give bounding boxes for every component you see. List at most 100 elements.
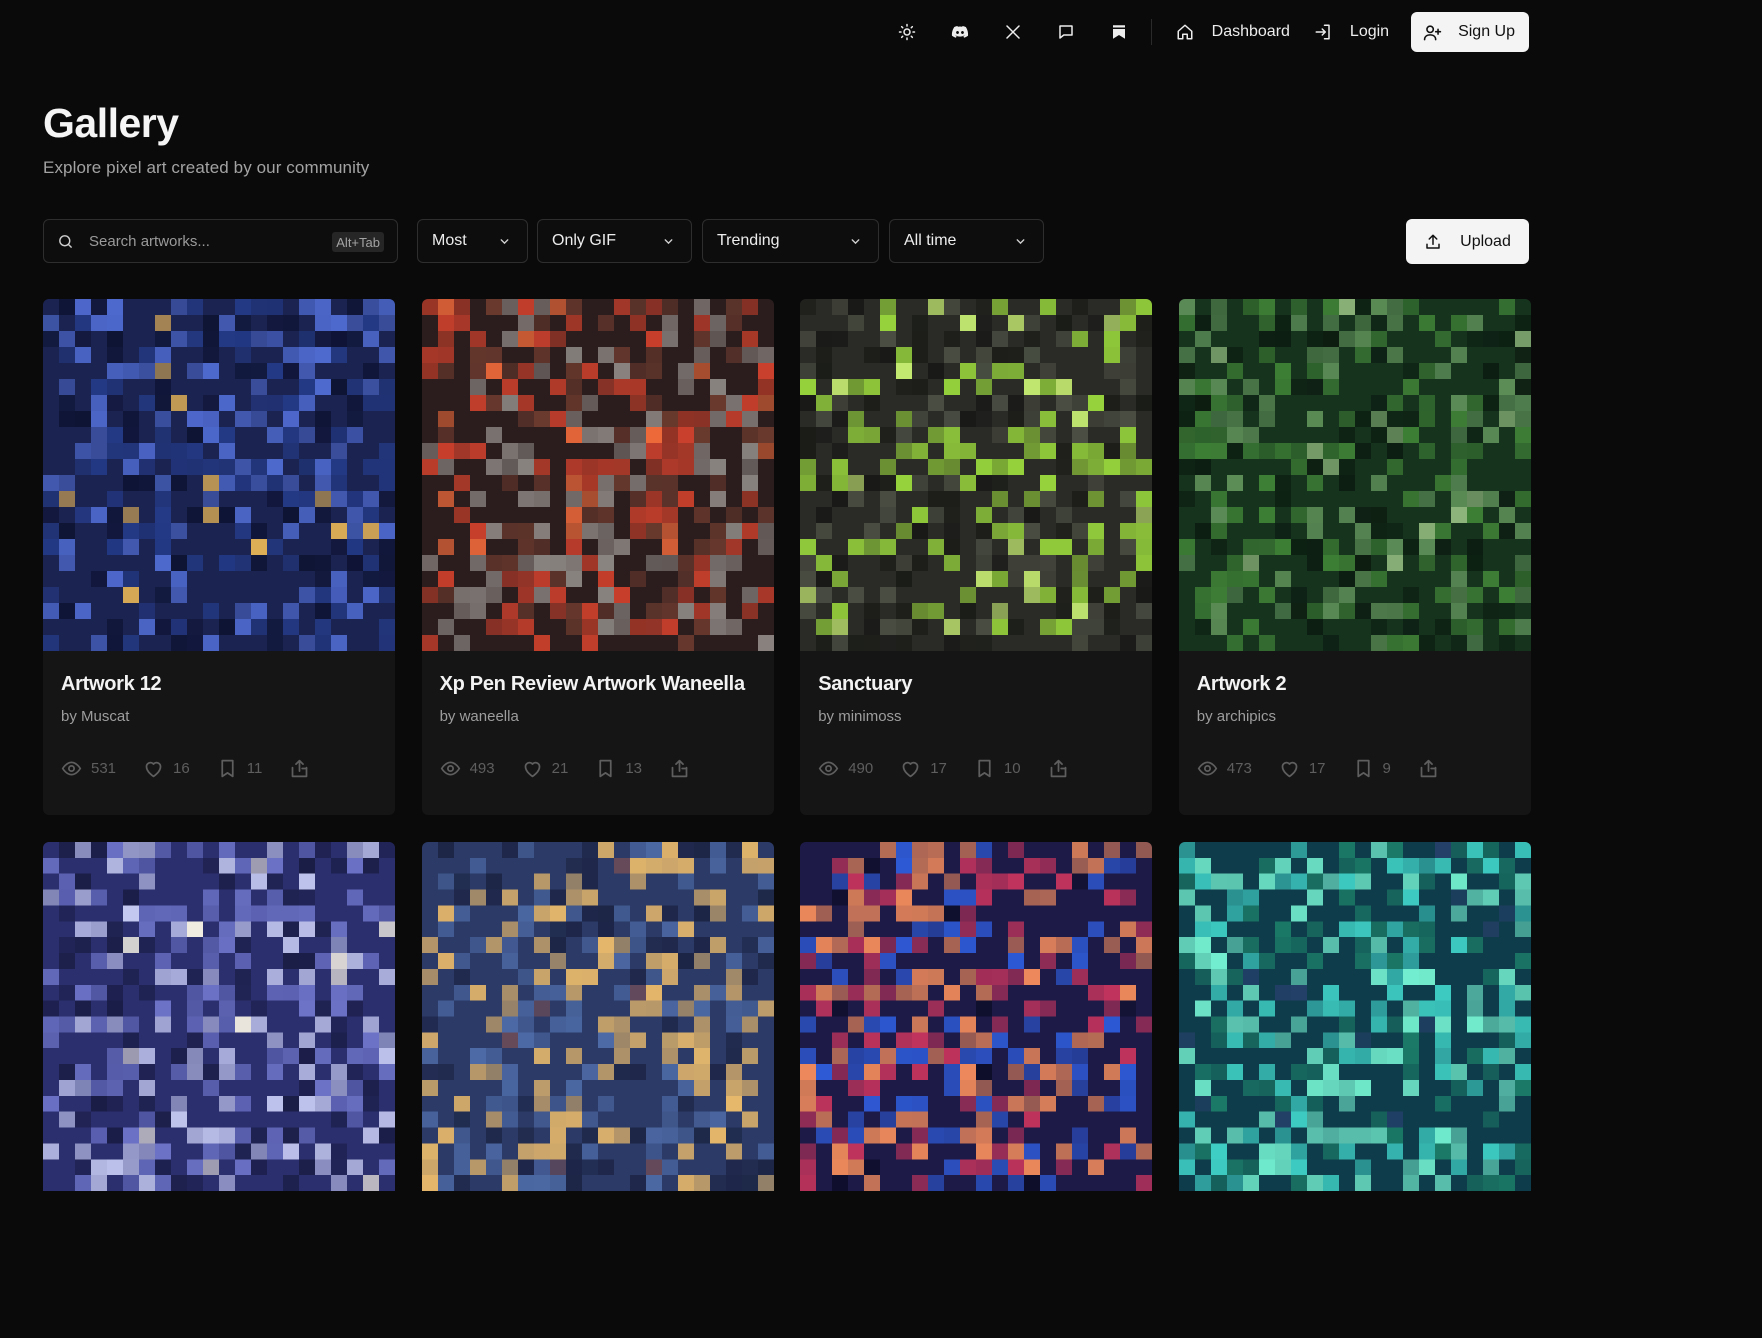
x-social-button[interactable] <box>993 12 1033 52</box>
heart-icon <box>524 761 540 778</box>
bookmark-icon <box>978 759 991 778</box>
period-select-value: All time <box>904 232 957 249</box>
saved-button[interactable] <box>1099 12 1139 52</box>
bookmark-icon <box>599 759 612 778</box>
artwork-thumbnail[interactable] <box>421 299 774 651</box>
save-button[interactable]: 9 <box>1353 758 1391 779</box>
artwork-author[interactable]: by archipics <box>1197 708 1513 725</box>
page-subtitle: Explore pixel art created by our communi… <box>43 158 370 177</box>
save-button[interactable]: 11 <box>217 758 263 779</box>
saves-count: 13 <box>625 760 642 777</box>
share-button[interactable] <box>1048 758 1069 779</box>
dashboard-link[interactable]: Dashboard <box>1164 12 1302 52</box>
x-logo-icon <box>1005 25 1020 39</box>
discord-button[interactable] <box>940 12 980 52</box>
like-button[interactable]: 17 <box>1279 758 1326 779</box>
pixel-art-image <box>1178 842 1531 1191</box>
artwork-stats: 473 17 9 <box>1197 758 1513 779</box>
views-stat: 490 <box>818 758 873 779</box>
period-select[interactable]: All time <box>889 219 1044 263</box>
type-select-value: Only GIF <box>552 232 617 249</box>
pixel-art-image <box>43 842 395 1191</box>
artwork-title[interactable]: Sanctuary <box>818 673 1134 696</box>
search-shortcut-badge: Alt+Tab <box>332 232 384 252</box>
bookmark-stack-icon <box>1112 25 1125 39</box>
like-button[interactable]: 16 <box>143 758 190 779</box>
discord-icon <box>951 26 968 38</box>
sun-icon <box>898 23 915 41</box>
login-link[interactable]: Login <box>1302 12 1401 52</box>
theme-toggle-button[interactable] <box>887 12 927 52</box>
eye-icon <box>440 761 460 776</box>
artwork-card[interactable]: Xp Pen Review Artwork Waneella by waneel… <box>421 299 774 815</box>
save-button[interactable]: 13 <box>595 758 642 779</box>
bookmark-icon <box>1356 759 1370 778</box>
pixel-art-image <box>421 842 774 1191</box>
artwork-card[interactable] <box>421 842 774 1191</box>
like-button[interactable]: 21 <box>522 758 568 779</box>
artwork-card[interactable] <box>1178 842 1531 1191</box>
artwork-card[interactable]: Artwork 12 by Muscat 531 16 11 <box>43 299 395 815</box>
home-icon <box>1177 24 1193 40</box>
artwork-thumbnail[interactable] <box>421 842 774 1191</box>
share-button[interactable] <box>289 758 310 779</box>
heart-icon <box>145 761 162 778</box>
artwork-card[interactable]: Sanctuary by minimoss 490 17 10 <box>800 299 1153 815</box>
views-count: 473 <box>1226 760 1252 777</box>
saves-count: 11 <box>246 760 263 777</box>
artwork-author[interactable]: by minimoss <box>818 708 1134 725</box>
views-stat: 531 <box>61 758 116 779</box>
artwork-thumbnail[interactable] <box>1178 842 1531 1191</box>
chat-button[interactable] <box>1046 12 1086 52</box>
share-button[interactable] <box>1418 758 1439 779</box>
share-icon <box>671 759 688 778</box>
heart-icon <box>902 761 919 778</box>
artwork-card[interactable] <box>43 842 395 1191</box>
share-icon <box>1050 759 1066 778</box>
search-box: Alt+Tab <box>43 219 398 263</box>
artwork-title[interactable]: Artwork 2 <box>1197 673 1513 696</box>
filter-bar: Alt+Tab Most Only GIF Trending All time … <box>43 219 1529 264</box>
like-button[interactable]: 17 <box>900 758 947 779</box>
chevron-down-icon <box>1016 238 1025 244</box>
artwork-card[interactable] <box>800 842 1153 1191</box>
artwork-card[interactable]: Artwork 2 by archipics 473 17 9 <box>1178 299 1531 815</box>
artwork-author[interactable]: by waneella <box>440 708 756 725</box>
chevron-down-icon <box>500 238 509 244</box>
views-count: 493 <box>469 760 495 777</box>
order-select-value: Trending <box>717 232 780 249</box>
type-select[interactable]: Only GIF <box>537 219 692 263</box>
order-select[interactable]: Trending <box>702 219 879 263</box>
heart-icon <box>1281 761 1298 778</box>
chevron-down-icon <box>851 238 860 244</box>
artwork-thumbnail[interactable] <box>1178 299 1531 651</box>
views-count: 490 <box>848 760 874 777</box>
upload-button[interactable]: Upload <box>1406 219 1529 264</box>
page-title: Gallery <box>43 100 179 146</box>
save-button[interactable]: 10 <box>974 758 1021 779</box>
artwork-thumbnail[interactable] <box>800 299 1153 651</box>
sign-up-button[interactable]: Sign Up <box>1411 12 1529 52</box>
sort-select[interactable]: Most <box>417 219 528 263</box>
artwork-author[interactable]: by Muscat <box>61 708 377 725</box>
saves-count: 9 <box>1382 760 1391 777</box>
add-user-icon <box>1423 24 1442 40</box>
artwork-stats: 531 16 11 <box>61 758 377 779</box>
nav-divider <box>1150 19 1152 45</box>
search-input[interactable] <box>89 232 309 250</box>
chevron-down-icon <box>664 238 673 244</box>
artwork-title[interactable]: Artwork 12 <box>61 673 377 696</box>
share-button[interactable] <box>669 758 690 779</box>
artwork-title[interactable]: Xp Pen Review Artwork Waneella <box>440 673 756 696</box>
views-count: 531 <box>91 760 117 777</box>
pixel-art-image <box>43 299 395 651</box>
share-icon <box>1420 759 1437 778</box>
pixel-art-image <box>1178 299 1531 651</box>
sign-up-label: Sign Up <box>1458 23 1515 40</box>
artwork-thumbnail[interactable] <box>43 842 395 1191</box>
views-stat: 473 <box>1197 758 1252 779</box>
artwork-thumbnail[interactable] <box>43 299 395 651</box>
pixel-art-image <box>421 299 774 651</box>
artwork-thumbnail[interactable] <box>800 842 1153 1191</box>
search-icon <box>59 234 72 248</box>
